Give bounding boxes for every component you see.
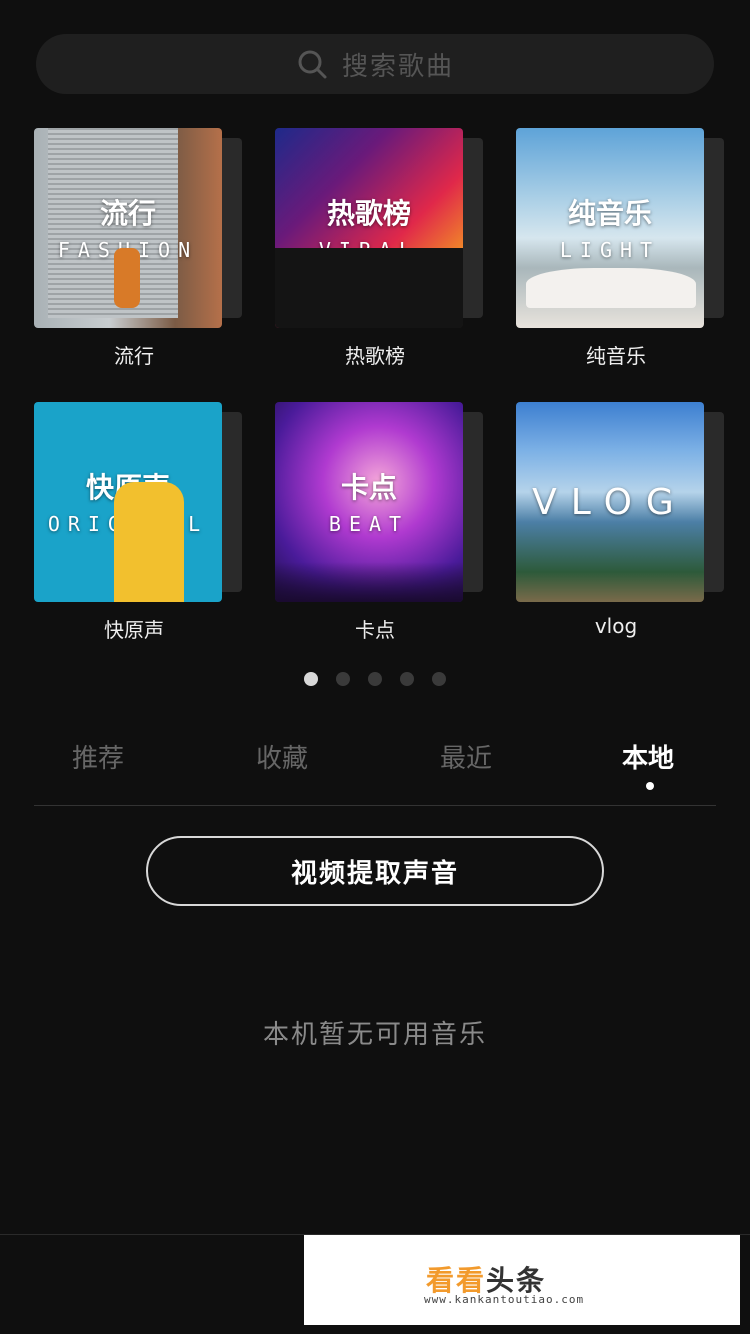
cover-subtitle: FASHION: [57, 238, 199, 262]
search-icon: [298, 50, 327, 79]
watermark-logo: 看看头条 www.kankantoutiao.com: [304, 1235, 740, 1325]
pager-dot-5[interactable]: [432, 672, 446, 686]
search-bar[interactable]: 搜索歌曲: [36, 34, 714, 94]
category-label: 卡点: [355, 618, 395, 642]
cover-subtitle: VIRAL: [318, 238, 420, 262]
cover-image: 快原声 ORIGINAL: [34, 402, 222, 602]
pager-dot-1[interactable]: [304, 672, 318, 686]
cover-image: 热歌榜 VIRAL: [275, 128, 463, 328]
cover-image: 流行 FASHION: [34, 128, 222, 328]
cover-image: 卡点 BEAT: [275, 402, 463, 602]
tab-recent[interactable]: 最近: [440, 738, 492, 775]
cover-image: 纯音乐 LIGHT: [516, 128, 704, 328]
category-label: vlog: [594, 614, 638, 638]
pager-dot-4[interactable]: [400, 672, 414, 686]
cover-title: 热歌榜: [326, 197, 411, 230]
category-label: 快原声: [104, 618, 164, 642]
cover-subtitle: LIGHT: [559, 238, 661, 262]
category-card-light[interactable]: 纯音乐 LIGHT 纯音乐: [516, 128, 724, 368]
active-tab-indicator: [646, 782, 654, 790]
watermark-url: www.kankantoutiao.com: [424, 1293, 585, 1306]
tab-bar: 推荐 收藏 最近 本地: [34, 730, 716, 806]
cover-title: VLOG: [532, 482, 688, 523]
category-card-fashion[interactable]: 流行 FASHION 流行: [34, 128, 242, 368]
cover-title: 快原声: [85, 471, 170, 504]
pager-indicator: [0, 672, 750, 686]
cover-title: 卡点: [340, 471, 397, 504]
tab-recommend[interactable]: 推荐: [72, 738, 124, 775]
category-label: 流行: [114, 344, 154, 368]
cover-subtitle: BEAT: [328, 512, 410, 536]
empty-state-text: 本机暂无可用音乐: [262, 1020, 487, 1050]
cover-subtitle: ORIGINAL: [47, 512, 209, 536]
category-card-viral[interactable]: 热歌榜 VIRAL 热歌榜: [275, 128, 483, 368]
category-label: 纯音乐: [586, 344, 646, 368]
cover-title: 流行: [99, 197, 156, 230]
category-card-original[interactable]: 快原声 ORIGINAL 快原声: [34, 402, 242, 642]
category-card-beat[interactable]: 卡点 BEAT 卡点: [275, 402, 483, 642]
search-placeholder: 搜索歌曲: [341, 51, 454, 82]
extract-audio-button[interactable]: 视频提取声音: [146, 836, 604, 906]
category-label: 热歌榜: [345, 344, 405, 368]
pager-dot-3[interactable]: [368, 672, 382, 686]
category-card-vlog[interactable]: VLOG vlog: [516, 402, 724, 638]
tab-local[interactable]: 本地: [622, 738, 674, 775]
pager-dot-2[interactable]: [336, 672, 350, 686]
cover-title: 纯音乐: [567, 197, 652, 230]
cover-image: VLOG: [516, 402, 704, 602]
tab-favorites[interactable]: 收藏: [256, 738, 308, 775]
